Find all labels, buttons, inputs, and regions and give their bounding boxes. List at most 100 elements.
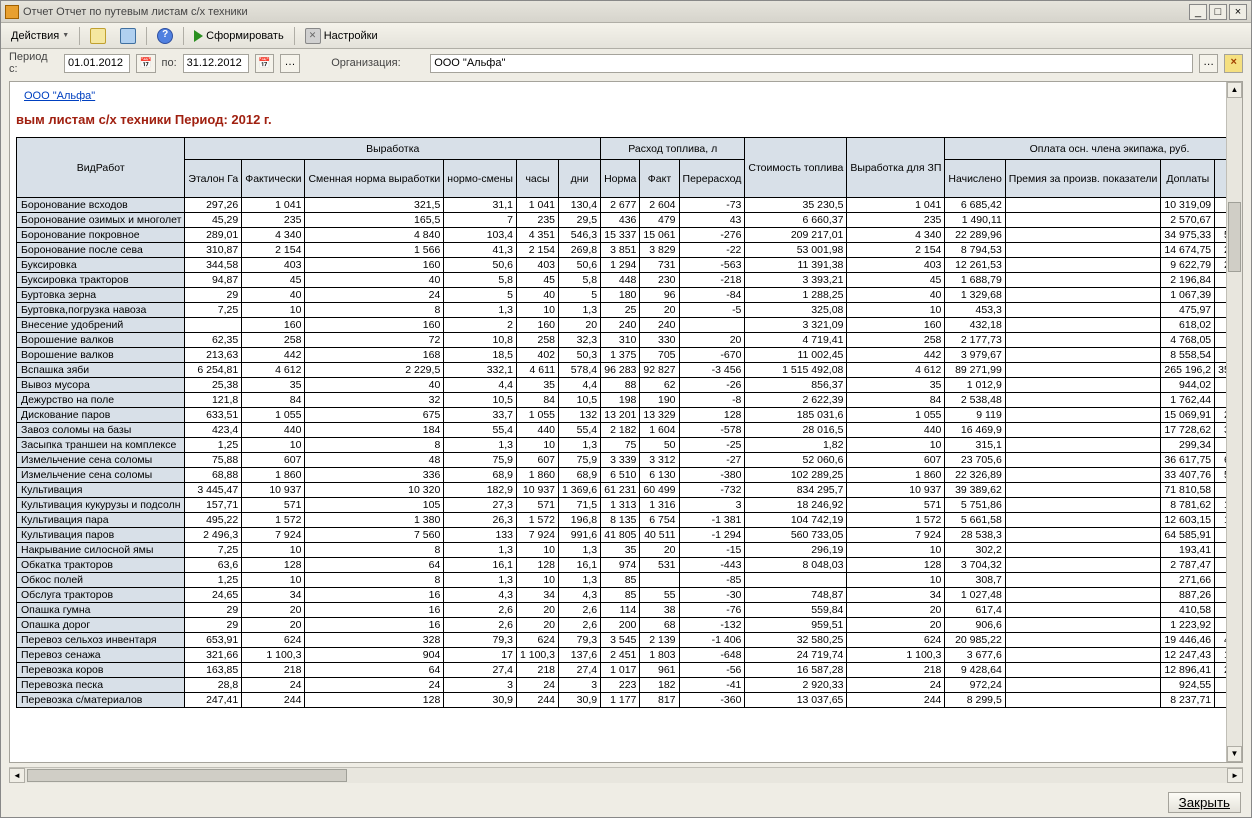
play-icon — [194, 30, 203, 42]
org-clear-button[interactable]: × — [1224, 54, 1243, 73]
cell: 344,58 — [185, 258, 242, 273]
cell: 440 — [847, 423, 945, 438]
print-button[interactable] — [116, 26, 140, 46]
table-row[interactable]: Дискование паров633,511 05567533,71 0551… — [17, 408, 1227, 423]
cell: 475,97 — [1161, 303, 1215, 318]
table-row[interactable]: Буртовка,погрузка навоза7,251081,3101,32… — [17, 303, 1227, 318]
table-row[interactable]: Вывоз мусора25,3835404,4354,48862-26856,… — [17, 378, 1227, 393]
table-row[interactable]: Культивация3 445,4710 93710 320182,910 9… — [17, 483, 1227, 498]
cell: 479 — [640, 213, 679, 228]
minimize-button[interactable]: _ — [1189, 4, 1207, 20]
cell: 11 002,45 — [745, 348, 847, 363]
table-row[interactable]: Буксировка тракторов94,8745405,8455,8448… — [17, 273, 1227, 288]
table-row[interactable]: Культивация кукурузы и подсолн157,715711… — [17, 498, 1227, 513]
table-row[interactable]: Перевозка с/материалов247,4124412830,924… — [17, 693, 1227, 708]
cell: 34 — [516, 588, 558, 603]
table-row[interactable]: Опашка дорог2920162,6202,620068-132959,5… — [17, 618, 1227, 633]
table-row[interactable]: Культивация паров2 496,37 9247 5601337 9… — [17, 528, 1227, 543]
table-row[interactable]: Засыпка траншеи на комплексе1,251081,310… — [17, 438, 1227, 453]
scroll-up-button[interactable]: ▲ — [1227, 82, 1242, 98]
cell: 403 — [847, 258, 945, 273]
cell: 1 100,3 — [242, 648, 305, 663]
help-button[interactable] — [153, 26, 177, 46]
table-row[interactable]: Измельчение сена соломы75,886074875,9607… — [17, 453, 1227, 468]
table-row[interactable]: Перевозка коров163,852186427,421827,41 0… — [17, 663, 1227, 678]
scroll-right-button[interactable]: ► — [1227, 768, 1243, 783]
cell: 12 538,2 — [1215, 348, 1226, 363]
row-label: Перевозка с/материалов — [17, 693, 185, 708]
table-row[interactable]: Ворошение валков62,352587210,825832,3310… — [17, 333, 1227, 348]
org-link[interactable]: ООО "Альфа" — [24, 90, 95, 102]
col-vyrabotka-group: Выработка — [185, 138, 601, 160]
table-row[interactable]: Ворошение валков213,6344216818,540250,31… — [17, 348, 1227, 363]
cell — [1005, 303, 1161, 318]
close-window-button[interactable]: × — [1229, 4, 1247, 20]
org-input[interactable] — [430, 54, 1193, 73]
org-select-button[interactable]: … — [1199, 54, 1219, 73]
table-row[interactable]: Дежурство на поле121,8843210,58410,51981… — [17, 393, 1227, 408]
period-to-input[interactable] — [183, 54, 249, 73]
close-button[interactable]: Закрыть — [1168, 792, 1241, 813]
table-row[interactable]: Буксировка344,5840316050,640350,61 29473… — [17, 258, 1227, 273]
cell: 13 037,65 — [745, 693, 847, 708]
period-from-input[interactable] — [64, 54, 130, 73]
settings-button[interactable]: Настройки — [301, 26, 382, 46]
cell: 10 — [847, 303, 945, 318]
table-row[interactable]: Вспашка зяби6 254,814 6122 229,5332,14 6… — [17, 363, 1227, 378]
horizontal-scrollbar[interactable]: ◄ ► — [9, 767, 1243, 783]
col-vyrab-zp: Выработка для ЗП — [847, 138, 945, 198]
table-row[interactable]: Перевозка песка28,824243243223182-412 92… — [17, 678, 1227, 693]
cell: 39 389,62 — [945, 483, 1005, 498]
scroll-down-button[interactable]: ▼ — [1227, 746, 1242, 762]
actions-menu[interactable]: Действия▼ — [7, 28, 73, 44]
maximize-button[interactable]: □ — [1209, 4, 1227, 20]
table-row[interactable]: Перевоз сенажа321,661 100,3904171 100,31… — [17, 648, 1227, 663]
table-row[interactable]: Измельчение сена соломы68,881 86033668,9… — [17, 468, 1227, 483]
cell: 8 — [305, 573, 444, 588]
cell: -56 — [679, 663, 745, 678]
table-row[interactable]: Обкос полей1,251081,3101,385-8510308,727… — [17, 573, 1227, 588]
calendar-to-button[interactable]: 📅 — [255, 54, 275, 73]
cell: 2 622,39 — [745, 393, 847, 408]
cell: 10 937 — [847, 483, 945, 498]
cell: 235 — [242, 213, 305, 228]
table-row[interactable]: Боронование всходов297,261 041321,531,11… — [17, 198, 1227, 213]
cell: 403 — [516, 258, 558, 273]
table-row[interactable]: Боронование озимых и многолет45,29235165… — [17, 213, 1227, 228]
cell: -15 — [679, 543, 745, 558]
cell: 193,41 — [1161, 543, 1215, 558]
table-row[interactable]: Завоз соломы на базы423,444018455,444055… — [17, 423, 1227, 438]
new-doc-button[interactable] — [86, 26, 110, 46]
scroll-thumb[interactable] — [1228, 202, 1241, 272]
cell: 3 851 — [601, 243, 640, 258]
cell: 1 515 492,08 — [745, 363, 847, 378]
cell: 6 510 — [601, 468, 640, 483]
table-row[interactable]: Накрывание силосной ямы7,251081,3101,335… — [17, 543, 1227, 558]
col-vidrabot: ВидРабот — [17, 138, 185, 198]
vertical-scrollbar[interactable]: ▲ ▼ — [1226, 82, 1242, 762]
table-row[interactable]: Боронование после сева310,872 1541 56641… — [17, 243, 1227, 258]
cell: 15 925,03 — [1215, 648, 1226, 663]
table-row[interactable]: Обслуга тракторов24,6534164,3344,38555-3… — [17, 588, 1227, 603]
period-more-button[interactable]: … — [280, 54, 300, 73]
cell: 944,02 — [1161, 378, 1215, 393]
cell: 1 012,9 — [945, 378, 1005, 393]
hscroll-thumb[interactable] — [27, 769, 347, 782]
cell: 64 — [305, 558, 444, 573]
table-row[interactable]: Внесение удобрений1601602160202402403 32… — [17, 318, 1227, 333]
table-row[interactable]: Опашка гумна2920162,6202,611438-76559,84… — [17, 603, 1227, 618]
cell: 7 — [444, 213, 517, 228]
table-row[interactable]: Перевоз сельхоз инвентаря653,9162432879,… — [17, 633, 1227, 648]
cell: -8 — [679, 393, 745, 408]
form-button[interactable]: Сформировать — [190, 28, 288, 44]
cell: 40 — [305, 273, 444, 288]
table-row[interactable]: Культивация пара495,221 5721 38026,31 57… — [17, 513, 1227, 528]
cell: 16 — [305, 588, 444, 603]
table-row[interactable]: Буртовка зерна294024540518096-841 288,25… — [17, 288, 1227, 303]
scroll-left-button[interactable]: ◄ — [9, 768, 25, 783]
calendar-from-button[interactable]: 📅 — [136, 54, 156, 73]
cell: 24 — [305, 288, 444, 303]
table-row[interactable]: Обкатка тракторов63,61286416,112816,1974… — [17, 558, 1227, 573]
cell: 133 — [444, 528, 517, 543]
table-row[interactable]: Боронование покровное289,014 3404 840103… — [17, 228, 1227, 243]
